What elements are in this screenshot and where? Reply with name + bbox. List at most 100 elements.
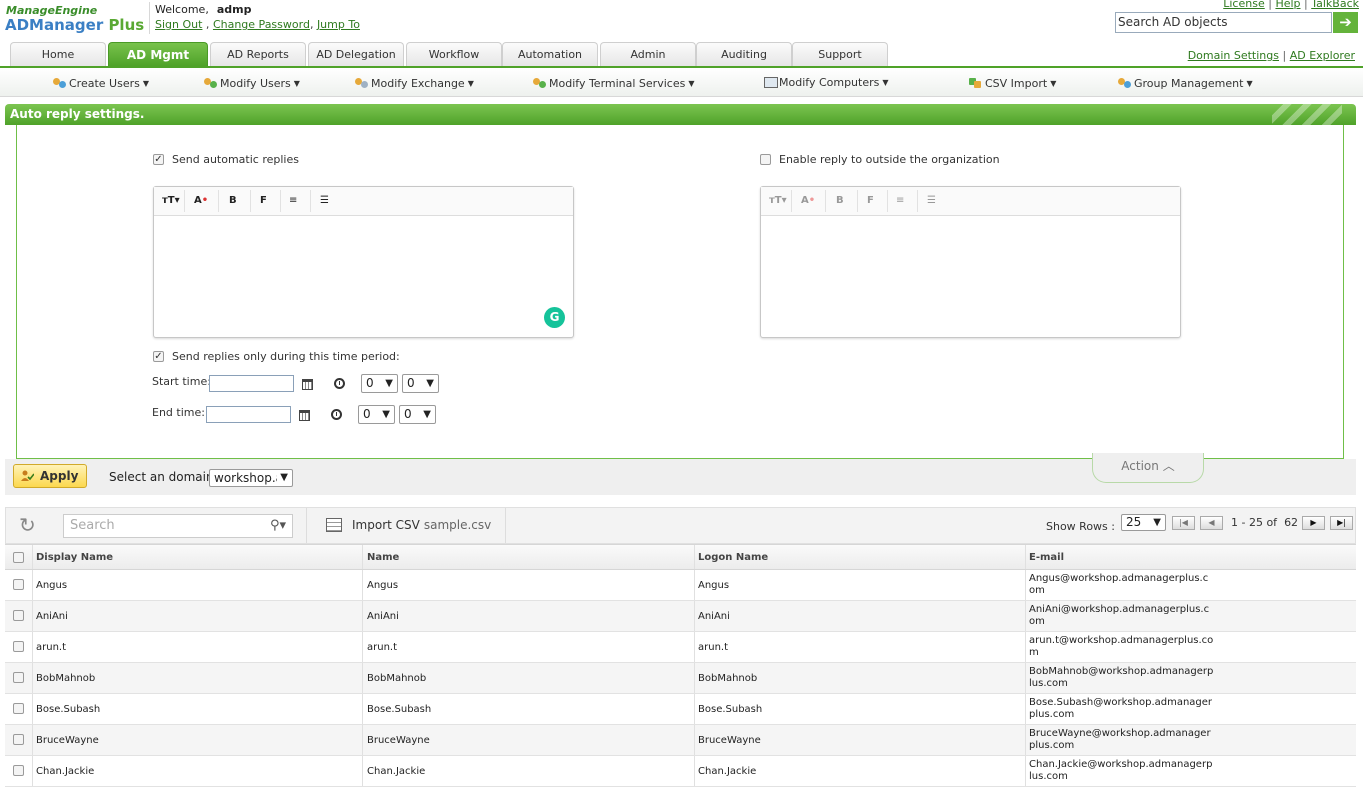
editor-toolbar: ᴛT▾ A• B F ≡ ☰ bbox=[761, 187, 1180, 216]
table-row[interactable]: AniAni AniAni AniAni AniAni@workshop.admana… bbox=[5, 601, 1356, 632]
end-date-input[interactable] bbox=[206, 406, 291, 423]
select-all-checkbox[interactable] bbox=[13, 552, 24, 563]
grammarly-icon[interactable]: G bbox=[544, 307, 565, 328]
submenu-group-management[interactable]: Group Management ▼ bbox=[1117, 76, 1253, 90]
column-divider bbox=[32, 632, 33, 662]
cell-name: Angus bbox=[367, 579, 399, 591]
list-icon[interactable]: ☰ bbox=[927, 195, 936, 206]
row-checkbox[interactable] bbox=[13, 734, 24, 745]
row-checkbox[interactable] bbox=[13, 579, 24, 590]
tab-admin[interactable]: Admin bbox=[600, 42, 696, 66]
grid-search-input[interactable]: Search ⚲▾ bbox=[63, 514, 293, 538]
tab-ad-mgmt[interactable]: AD Mgmt bbox=[108, 42, 208, 71]
first-page-icon[interactable]: |◀ bbox=[1172, 516, 1195, 530]
page-range: 1 - 25 of 62 bbox=[1231, 516, 1298, 529]
list-icon[interactable]: ☰ bbox=[320, 195, 329, 206]
grid-search-placeholder: Search bbox=[70, 518, 115, 533]
refresh-icon[interactable]: ↻ bbox=[19, 515, 36, 535]
col-display-name[interactable]: Display Name bbox=[36, 545, 113, 569]
tab-workflow[interactable]: Workflow bbox=[406, 42, 502, 66]
action-toggle[interactable]: Action ︿ bbox=[1092, 453, 1204, 483]
calendar-icon[interactable] bbox=[299, 410, 310, 421]
submenu-modify-terminal-services[interactable]: Modify Terminal Services ▼ bbox=[532, 76, 694, 90]
next-page-icon[interactable]: ▶ bbox=[1302, 516, 1325, 530]
time-period-checkbox[interactable]: ✓ bbox=[153, 351, 164, 362]
bold-icon[interactable]: B bbox=[229, 195, 237, 206]
row-checkbox[interactable] bbox=[13, 703, 24, 714]
start-minute-select[interactable]: 0 ▼ bbox=[402, 374, 439, 393]
font-size-icon[interactable]: ᴛT▾ bbox=[162, 195, 180, 206]
font-family-icon[interactable]: F bbox=[867, 195, 874, 206]
col-logon-name[interactable]: Logon Name bbox=[698, 545, 768, 569]
email-value: BruceWayne@workshop.admanagerplus.com bbox=[1029, 728, 1211, 751]
bold-icon[interactable]: B bbox=[836, 195, 844, 206]
search-go-icon[interactable]: ➔ bbox=[1333, 12, 1358, 33]
domain-settings-link[interactable]: Domain Settings bbox=[1188, 49, 1279, 62]
table-row[interactable]: Chan.Jackie Chan.Jackie Chan.Jackie Chan.Ja… bbox=[5, 756, 1356, 787]
calendar-icon[interactable] bbox=[302, 379, 313, 390]
reply-outside-org-checkbox[interactable] bbox=[760, 154, 771, 165]
row-checkbox[interactable] bbox=[13, 765, 24, 776]
font-family-icon[interactable]: F bbox=[260, 195, 267, 206]
tab-automation[interactable]: Automation bbox=[502, 42, 598, 66]
talkback-link[interactable]: TalkBack bbox=[1311, 0, 1359, 10]
start-date-input[interactable] bbox=[209, 375, 294, 392]
start-hour-select[interactable]: 0 ▼ bbox=[361, 374, 398, 393]
align-icon[interactable]: ≡ bbox=[896, 195, 904, 206]
end-minute-select[interactable]: 0 ▼ bbox=[399, 405, 436, 424]
table-row[interactable]: BobMahnob BobMahnob BobMahnob BobMahnob@wor… bbox=[5, 663, 1356, 694]
tab-auditing[interactable]: Auditing bbox=[696, 42, 792, 66]
cell-display-name: arun.t bbox=[36, 641, 67, 653]
align-icon[interactable]: ≡ bbox=[289, 195, 297, 206]
submenu-modify-users[interactable]: Modify Users ▼ bbox=[203, 76, 300, 90]
ad-explorer-link[interactable]: AD Explorer bbox=[1290, 49, 1355, 62]
change-password-link[interactable]: Change Password bbox=[213, 18, 310, 31]
font-color-icon[interactable]: A• bbox=[194, 195, 208, 206]
tab-home[interactable]: Home bbox=[10, 42, 106, 66]
page-total: 62 bbox=[1284, 516, 1299, 529]
search-icon[interactable]: ⚲▾ bbox=[270, 518, 286, 533]
prev-page-icon[interactable]: ◀ bbox=[1200, 516, 1223, 530]
submenu-csv-import[interactable]: CSV Import ▼ bbox=[968, 76, 1056, 90]
domain-value: workshop.a bbox=[214, 471, 284, 485]
tab-ad-delegation[interactable]: AD Delegation bbox=[308, 42, 404, 66]
help-link[interactable]: Help bbox=[1275, 0, 1300, 10]
table-row[interactable]: Bose.Subash Bose.Subash Bose.Subash Bose.Su… bbox=[5, 694, 1356, 725]
caret-down-icon: ▼ bbox=[467, 79, 474, 88]
tab-support[interactable]: Support bbox=[792, 42, 888, 66]
jump-to-link[interactable]: Jump To bbox=[317, 18, 360, 31]
apply-button[interactable]: Apply bbox=[13, 464, 87, 488]
cell-email: AniAni@workshop.admanagerplus.com bbox=[1029, 601, 1214, 631]
submenu-modify-computers[interactable]: Modify Computers ▼ bbox=[764, 76, 889, 89]
app-header: ManageEngine ADManager Plus Welcome, admp… bbox=[0, 0, 1363, 71]
column-divider bbox=[32, 570, 33, 600]
ad-search-input[interactable]: Search AD objects bbox=[1115, 12, 1332, 33]
cell-email: Bose.Subash@workshop.admanagerplus.com bbox=[1029, 694, 1214, 724]
col-email[interactable]: E-mail bbox=[1029, 545, 1064, 569]
font-color-icon[interactable]: A• bbox=[801, 195, 815, 206]
submenu-create-users[interactable]: Create Users ▼ bbox=[52, 76, 149, 90]
logo-product[interactable]: ADManager Plus bbox=[5, 16, 144, 34]
cell-logon-name: BruceWayne bbox=[698, 734, 761, 746]
internal-reply-editor[interactable]: ᴛT▾ A• B F ≡ ☰ G bbox=[153, 186, 574, 338]
sign-out-link[interactable]: Sign Out bbox=[155, 18, 202, 31]
row-checkbox[interactable] bbox=[13, 672, 24, 683]
row-checkbox[interactable] bbox=[13, 641, 24, 652]
last-page-icon[interactable]: ▶| bbox=[1330, 516, 1353, 530]
table-row[interactable]: BruceWayne BruceWayne BruceWayne BruceWayne… bbox=[5, 725, 1356, 756]
col-name[interactable]: Name bbox=[367, 545, 399, 569]
end-hour-select[interactable]: 0 ▼ bbox=[358, 405, 395, 424]
tab-ad-reports[interactable]: AD Reports bbox=[210, 42, 306, 66]
send-automatic-replies-checkbox[interactable]: ✓ bbox=[153, 154, 164, 165]
submenu-modify-exchange[interactable]: Modify Exchange ▼ bbox=[354, 76, 474, 90]
external-reply-editor[interactable]: ᴛT▾ A• B F ≡ ☰ bbox=[760, 186, 1181, 338]
font-size-icon[interactable]: ᴛT▾ bbox=[769, 195, 787, 206]
rows-per-page-select[interactable]: 25 ▼ bbox=[1121, 514, 1166, 531]
table-row[interactable]: Angus Angus Angus Angus@workshop.admanagerp… bbox=[5, 570, 1356, 601]
license-link[interactable]: License bbox=[1223, 0, 1264, 10]
table-row[interactable]: arun.t arun.t arun.t arun.t@workshop.admana… bbox=[5, 632, 1356, 663]
row-checkbox[interactable] bbox=[13, 610, 24, 621]
domain-select[interactable]: workshop.a ▼ bbox=[209, 469, 293, 487]
toolbar-divider bbox=[825, 190, 826, 212]
import-csv-button[interactable]: Import CSV sample.csv bbox=[326, 518, 491, 532]
